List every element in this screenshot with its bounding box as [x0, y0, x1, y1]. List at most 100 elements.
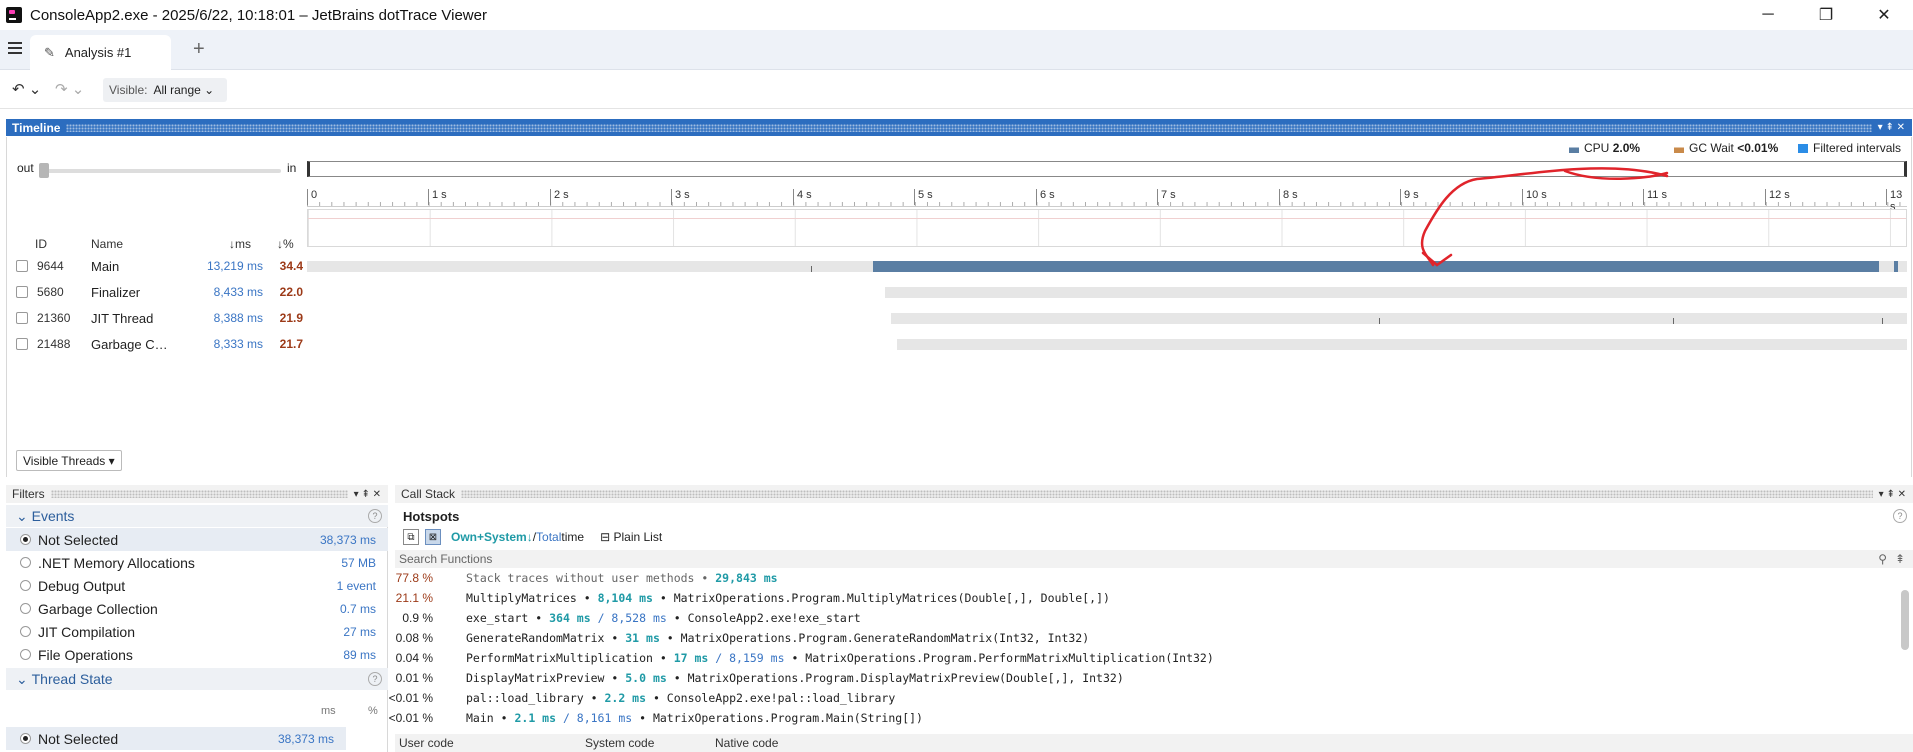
filter-label: Not Selected — [38, 730, 119, 747]
filter-row[interactable]: File Operations 89 ms — [6, 643, 388, 666]
tab-analysis[interactable]: ✎ Analysis #1 — [30, 35, 171, 70]
col-ms: ms — [321, 705, 336, 717]
radio-button[interactable] — [20, 733, 31, 744]
radio-button[interactable] — [20, 603, 31, 614]
events-title: Events — [31, 508, 75, 524]
maximize-button[interactable]: ❐ — [1797, 0, 1855, 30]
help-icon[interactable]: ? — [1893, 509, 1907, 523]
drag-handle[interactable] — [66, 123, 1872, 132]
hotspot-signature: • ConsoleApp2.exe!pal::load_library — [646, 691, 896, 705]
search-placeholder: Search Functions — [399, 552, 493, 566]
help-icon[interactable]: ? — [368, 672, 382, 686]
dottrace-app-icon — [6, 7, 22, 23]
filter-label: Not Selected — [38, 531, 119, 548]
drag-handle[interactable] — [461, 490, 1873, 498]
radio-button[interactable] — [20, 534, 31, 545]
add-tab-button[interactable]: + — [193, 38, 205, 61]
hotspots-toolbar: ⧉ ⊠ Own+System↓ / Total time ⊟ Plain Lis… — [395, 527, 1913, 547]
hotspot-row[interactable]: 0.08 % GenerateRandomMatrix • 31 ms • Ma… — [395, 631, 1895, 651]
undo-button[interactable]: ↶ ⌄ — [12, 80, 41, 98]
radio-button[interactable] — [20, 557, 31, 568]
redo-button[interactable]: ↷ ⌄ — [55, 80, 84, 98]
radio-button[interactable] — [20, 580, 31, 591]
hotspot-ms: 29,843 ms — [715, 571, 778, 585]
hotspot-signature: • MatrixOperations.Program.Main(String[]… — [632, 711, 923, 725]
visible-label: Visible: — [109, 83, 148, 97]
search-icon[interactable]: ⚲ — [1878, 552, 1887, 566]
hotspot-pct: 0.08 % — [395, 631, 433, 645]
visible-range-dropdown[interactable]: Visible: All range ⌄ — [103, 78, 227, 102]
hotspot-name: MultiplyMatrices • — [466, 591, 598, 605]
hotspot-signature: • MatrixOperations.Program.PerformMatrix… — [784, 651, 1214, 665]
tab-native-code[interactable]: Native code — [715, 736, 778, 750]
filter-label: File Operations — [38, 646, 133, 663]
hotspot-pct: 0.04 % — [395, 651, 433, 665]
title-bar: ConsoleApp2.exe - 2025/6/22, 10:18:01 – … — [0, 0, 1913, 30]
hotspot-row[interactable]: 0.01 % DisplayMatrixPreview • 5.0 ms • M… — [395, 671, 1895, 691]
panel-controls[interactable]: ▾ ⇞ ✕ — [1878, 122, 1905, 133]
filter-value: 1 event — [336, 578, 376, 593]
timeline-header: Timeline ▾ ⇞ ✕ — [6, 119, 1912, 136]
hotspots-scrollbar[interactable] — [1901, 590, 1909, 650]
filter-row[interactable]: Not Selected 38,373 ms — [6, 528, 388, 551]
minimize-button[interactable]: ─ — [1739, 0, 1797, 30]
hotspot-row[interactable]: 0.04 % PerformMatrixMultiplication • 17 … — [395, 651, 1895, 671]
close-button[interactable]: ✕ — [1855, 0, 1913, 30]
filter-row[interactable]: JIT Compilation 27 ms — [6, 620, 388, 643]
timeline-body: CPU 2.0% GC Wait <0.01% Filtered interva… — [6, 137, 1912, 477]
mode-time: time — [561, 530, 585, 544]
hotspot-signature: • ConsoleApp2.exe!exe_start — [666, 611, 861, 625]
panel-controls[interactable]: ▾ ⇞ ✕ — [1879, 489, 1906, 500]
filters-header: Filters ▾ ⇞ ✕ — [6, 485, 388, 503]
hotspot-ms: 2.1 ms — [514, 711, 557, 725]
filter-label: .NET Memory Allocations — [38, 554, 195, 571]
hotspot-total: / 8,528 ms — [590, 611, 667, 625]
filter-label: Garbage Collection — [38, 600, 158, 617]
events-section-header[interactable]: ⌄ Events ? — [6, 505, 388, 527]
hotspot-name: PerformMatrixMultiplication • — [466, 651, 674, 665]
tab-label: Analysis #1 — [64, 45, 132, 60]
hotspot-row[interactable]: 0.9 % exe_start • 364 ms / 8,528 ms • Co… — [395, 611, 1895, 631]
timeline-title: Timeline — [12, 120, 61, 135]
thread-state-section-header[interactable]: ⌄ Thread State ? — [6, 668, 388, 690]
filter-system-icon[interactable]: ⊠ — [425, 529, 441, 545]
hotspot-name: GenerateRandomMatrix • — [466, 631, 626, 645]
copy-icon[interactable]: ⧉ — [403, 529, 419, 545]
hotspot-ms: 364 ms — [549, 611, 591, 625]
visible-value: All range ⌄ — [153, 83, 215, 97]
main-menu-icon[interactable] — [8, 42, 22, 54]
tab-bar: ✎ Analysis #1 + — [0, 30, 1913, 70]
filter-row[interactable]: .NET Memory Allocations 57 MB — [6, 551, 388, 574]
window-title: ConsoleApp2.exe - 2025/6/22, 10:18:01 – … — [30, 6, 487, 24]
mode-own-system[interactable]: Own+System↓ — [451, 530, 533, 544]
radio-button[interactable] — [20, 626, 31, 637]
hotspot-row[interactable]: <0.01 % Main • 2.1 ms / 8,161 ms • Matri… — [389, 711, 1895, 731]
tab-user-code[interactable]: User code — [399, 736, 454, 750]
tab-system-code[interactable]: System code — [585, 736, 654, 750]
filter-row[interactable]: Not Selected 38,373 ms — [6, 727, 346, 750]
pin-icon[interactable]: ⇞ — [1895, 552, 1905, 566]
search-functions-field[interactable]: Search Functions ⚲ ⇞ — [395, 550, 1913, 568]
plain-list-button[interactable]: Plain List — [613, 530, 662, 544]
drag-handle[interactable] — [50, 490, 348, 498]
filter-row[interactable]: Garbage Collection 0.7 ms — [6, 597, 388, 620]
tab-hotspots[interactable]: Hotspots — [403, 509, 459, 524]
hotspot-name: Stack traces without user methods • — [466, 571, 716, 585]
panel-controls[interactable]: ▾ ⇞ ✕ — [354, 489, 381, 500]
help-icon[interactable]: ? — [368, 509, 382, 523]
filters-panel: ⌄ Events ? Not Selected 38,373 ms .NET M… — [6, 505, 388, 752]
filter-label: Debug Output — [38, 577, 126, 594]
hotspot-pct: 77.8 % — [395, 571, 433, 585]
filter-row[interactable]: Debug Output 1 event — [6, 574, 388, 597]
radio-button[interactable] — [20, 649, 31, 660]
red-annotation-arrow — [1420, 167, 1669, 267]
hotspots-panel: Hotspots ? ⧉ ⊠ Own+System↓ / Total time … — [389, 505, 1913, 752]
hotspot-row[interactable]: 21.1 % MultiplyMatrices • 8,104 ms • Mat… — [395, 591, 1895, 611]
filter-label: JIT Compilation — [38, 623, 136, 640]
hotspot-ms: 2.2 ms — [604, 691, 647, 705]
hotspot-signature: • MatrixOperations.Program.DisplayMatrix… — [666, 671, 1124, 685]
mode-total[interactable]: Total — [536, 530, 561, 544]
col-pct: % — [368, 705, 378, 717]
hotspot-row[interactable]: <0.01 % pal::load_library • 2.2 ms • Con… — [389, 691, 1895, 711]
hotspot-row[interactable]: 77.8 % Stack traces without user methods… — [395, 571, 1895, 591]
